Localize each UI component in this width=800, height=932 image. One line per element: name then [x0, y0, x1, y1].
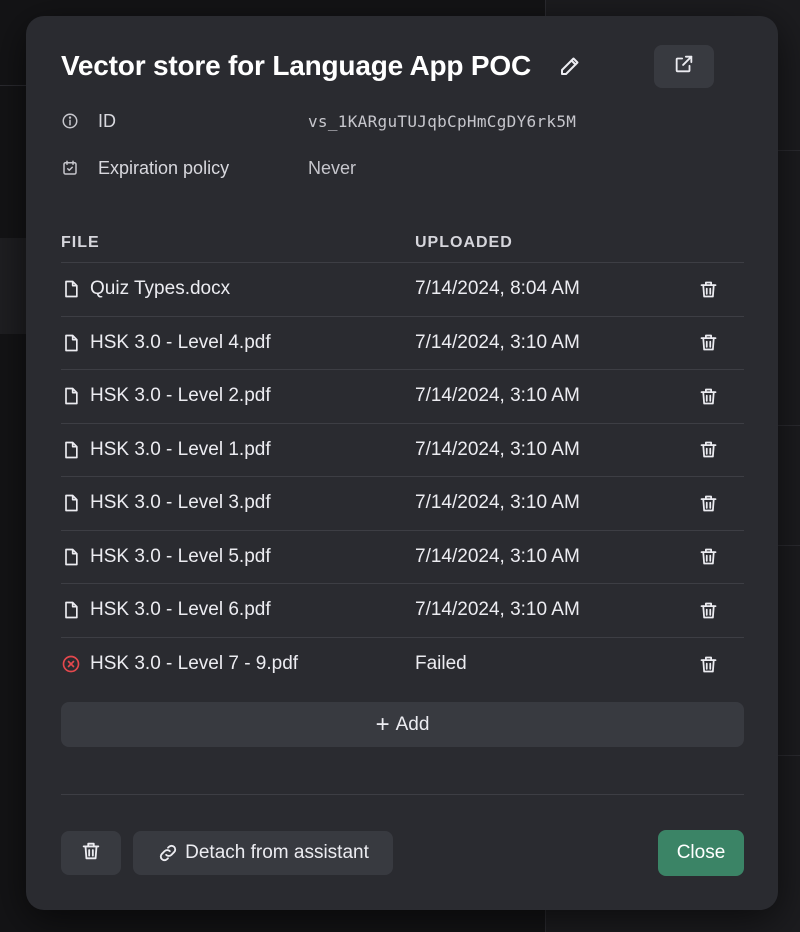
- trash-icon: [698, 654, 719, 675]
- external-link-icon: [673, 53, 695, 80]
- file-cell: HSK 3.0 - Level 4.pdf: [61, 317, 271, 370]
- expiration-policy-value: Never: [308, 157, 357, 178]
- delete-vector-store-button[interactable]: [61, 831, 121, 875]
- meta-expiration-row: Expiration policy Never: [61, 156, 356, 180]
- file-icon: [61, 493, 81, 513]
- file-cell: HSK 3.0 - Level 2.pdf: [61, 370, 271, 423]
- table-row: HSK 3.0 - Level 7 - 9.pdf Failed: [61, 638, 744, 692]
- trash-icon: [698, 279, 719, 300]
- file-cell: HSK 3.0 - Level 5.pdf: [61, 531, 271, 584]
- delete-file-button[interactable]: [697, 439, 719, 461]
- file-icon: [61, 279, 81, 299]
- file-icon: [61, 547, 81, 567]
- table-row: HSK 3.0 - Level 3.pdf 7/14/2024, 3:10 AM: [61, 477, 744, 531]
- vector-store-id: vs_1KARguTUJqbCpHmCgDY6rk5M: [308, 111, 577, 131]
- file-name: HSK 3.0 - Level 5.pdf: [90, 545, 271, 567]
- pencil-icon[interactable]: [558, 54, 582, 78]
- trash-icon: [698, 386, 719, 407]
- calendar-check-icon: [61, 159, 79, 177]
- delete-file-button[interactable]: [697, 653, 719, 675]
- file-icon: [61, 386, 81, 406]
- file-name: HSK 3.0 - Level 7 - 9.pdf: [90, 653, 299, 675]
- error-icon: [61, 654, 81, 674]
- table-row: HSK 3.0 - Level 6.pdf 7/14/2024, 3:10 AM: [61, 584, 744, 638]
- file-icon: [61, 600, 81, 620]
- file-cell: Quiz Types.docx: [61, 263, 230, 316]
- upload-date: 7/14/2024, 3:10 AM: [415, 492, 580, 514]
- file-cell: HSK 3.0 - Level 6.pdf: [61, 584, 271, 637]
- meta-label: ID: [98, 110, 116, 131]
- footer-divider: [61, 794, 744, 795]
- modal-title: Vector store for Language App POC: [61, 50, 531, 81]
- delete-file-button[interactable]: [697, 332, 719, 354]
- upload-date: 7/14/2024, 3:10 AM: [415, 545, 580, 567]
- upload-date: 7/14/2024, 8:04 AM: [415, 278, 580, 300]
- table-row: HSK 3.0 - Level 4.pdf 7/14/2024, 3:10 AM: [61, 317, 744, 370]
- delete-file-button[interactable]: [697, 599, 719, 621]
- file-name: HSK 3.0 - Level 2.pdf: [90, 385, 271, 407]
- meta-label: Expiration policy: [98, 157, 230, 178]
- add-file-button[interactable]: + Add: [61, 702, 744, 747]
- table-row: HSK 3.0 - Level 5.pdf 7/14/2024, 3:10 AM: [61, 531, 744, 584]
- files-table: FILE UPLOADED Quiz Types.docx 7/14/2024, …: [61, 226, 744, 691]
- trash-icon: [80, 840, 102, 867]
- table-row: HSK 3.0 - Level 2.pdf 7/14/2024, 3:10 AM: [61, 370, 744, 424]
- trash-icon: [698, 439, 719, 460]
- vector-store-modal: Vector store for Language App POC ID vs_…: [26, 16, 778, 910]
- file-name: HSK 3.0 - Level 6.pdf: [90, 599, 271, 621]
- upload-status: Failed: [415, 653, 467, 675]
- file-icon: [61, 440, 81, 460]
- detach-from-assistant-button[interactable]: Detach from assistant: [133, 831, 393, 875]
- delete-file-button[interactable]: [697, 278, 719, 300]
- file-cell: HSK 3.0 - Level 7 - 9.pdf: [61, 638, 298, 692]
- upload-date: 7/14/2024, 3:10 AM: [415, 599, 580, 621]
- upload-date: 7/14/2024, 3:10 AM: [415, 438, 580, 460]
- file-icon: [61, 333, 81, 353]
- meta-id-row: ID vs_1KARguTUJqbCpHmCgDY6rk5M: [61, 109, 576, 133]
- open-external-button[interactable]: [654, 45, 714, 88]
- add-label: Add: [395, 713, 430, 735]
- trash-icon: [698, 546, 719, 567]
- link-icon: [157, 842, 179, 864]
- delete-file-button[interactable]: [697, 546, 719, 568]
- detach-label: Detach from assistant: [185, 842, 369, 863]
- column-header-uploaded: UPLOADED: [415, 234, 513, 251]
- table-header: FILE UPLOADED: [61, 226, 744, 263]
- column-header-file: FILE: [61, 234, 100, 251]
- trash-icon: [698, 600, 719, 621]
- file-cell: HSK 3.0 - Level 1.pdf: [61, 424, 271, 477]
- table-row: Quiz Types.docx 7/14/2024, 8:04 AM: [61, 263, 744, 317]
- close-button[interactable]: Close: [658, 830, 744, 876]
- file-name: HSK 3.0 - Level 3.pdf: [90, 492, 271, 514]
- plus-icon: +: [375, 710, 390, 738]
- delete-file-button[interactable]: [697, 492, 719, 514]
- trash-icon: [698, 332, 719, 353]
- upload-date: 7/14/2024, 3:10 AM: [415, 331, 580, 353]
- delete-file-button[interactable]: [697, 385, 719, 407]
- file-name: Quiz Types.docx: [90, 278, 231, 300]
- upload-date: 7/14/2024, 3:10 AM: [415, 385, 580, 407]
- table-row: HSK 3.0 - Level 1.pdf 7/14/2024, 3:10 AM: [61, 424, 744, 477]
- file-cell: HSK 3.0 - Level 3.pdf: [61, 477, 271, 530]
- trash-icon: [698, 493, 719, 514]
- file-name: HSK 3.0 - Level 1.pdf: [90, 438, 271, 460]
- info-icon: [61, 112, 79, 130]
- background-block: [0, 238, 28, 334]
- file-name: HSK 3.0 - Level 4.pdf: [90, 331, 271, 353]
